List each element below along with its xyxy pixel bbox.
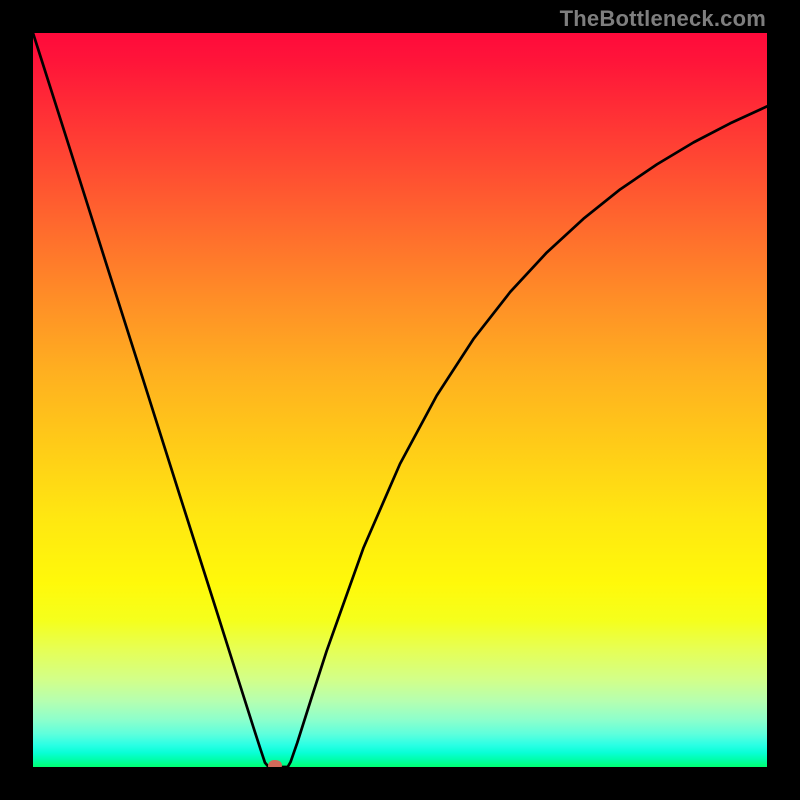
optimum-marker (268, 760, 283, 767)
plot-area (33, 33, 767, 767)
bottleneck-curve (33, 33, 767, 767)
watermark-text: TheBottleneck.com (560, 6, 766, 32)
curve-path (33, 33, 767, 767)
chart-frame: TheBottleneck.com (0, 0, 800, 800)
